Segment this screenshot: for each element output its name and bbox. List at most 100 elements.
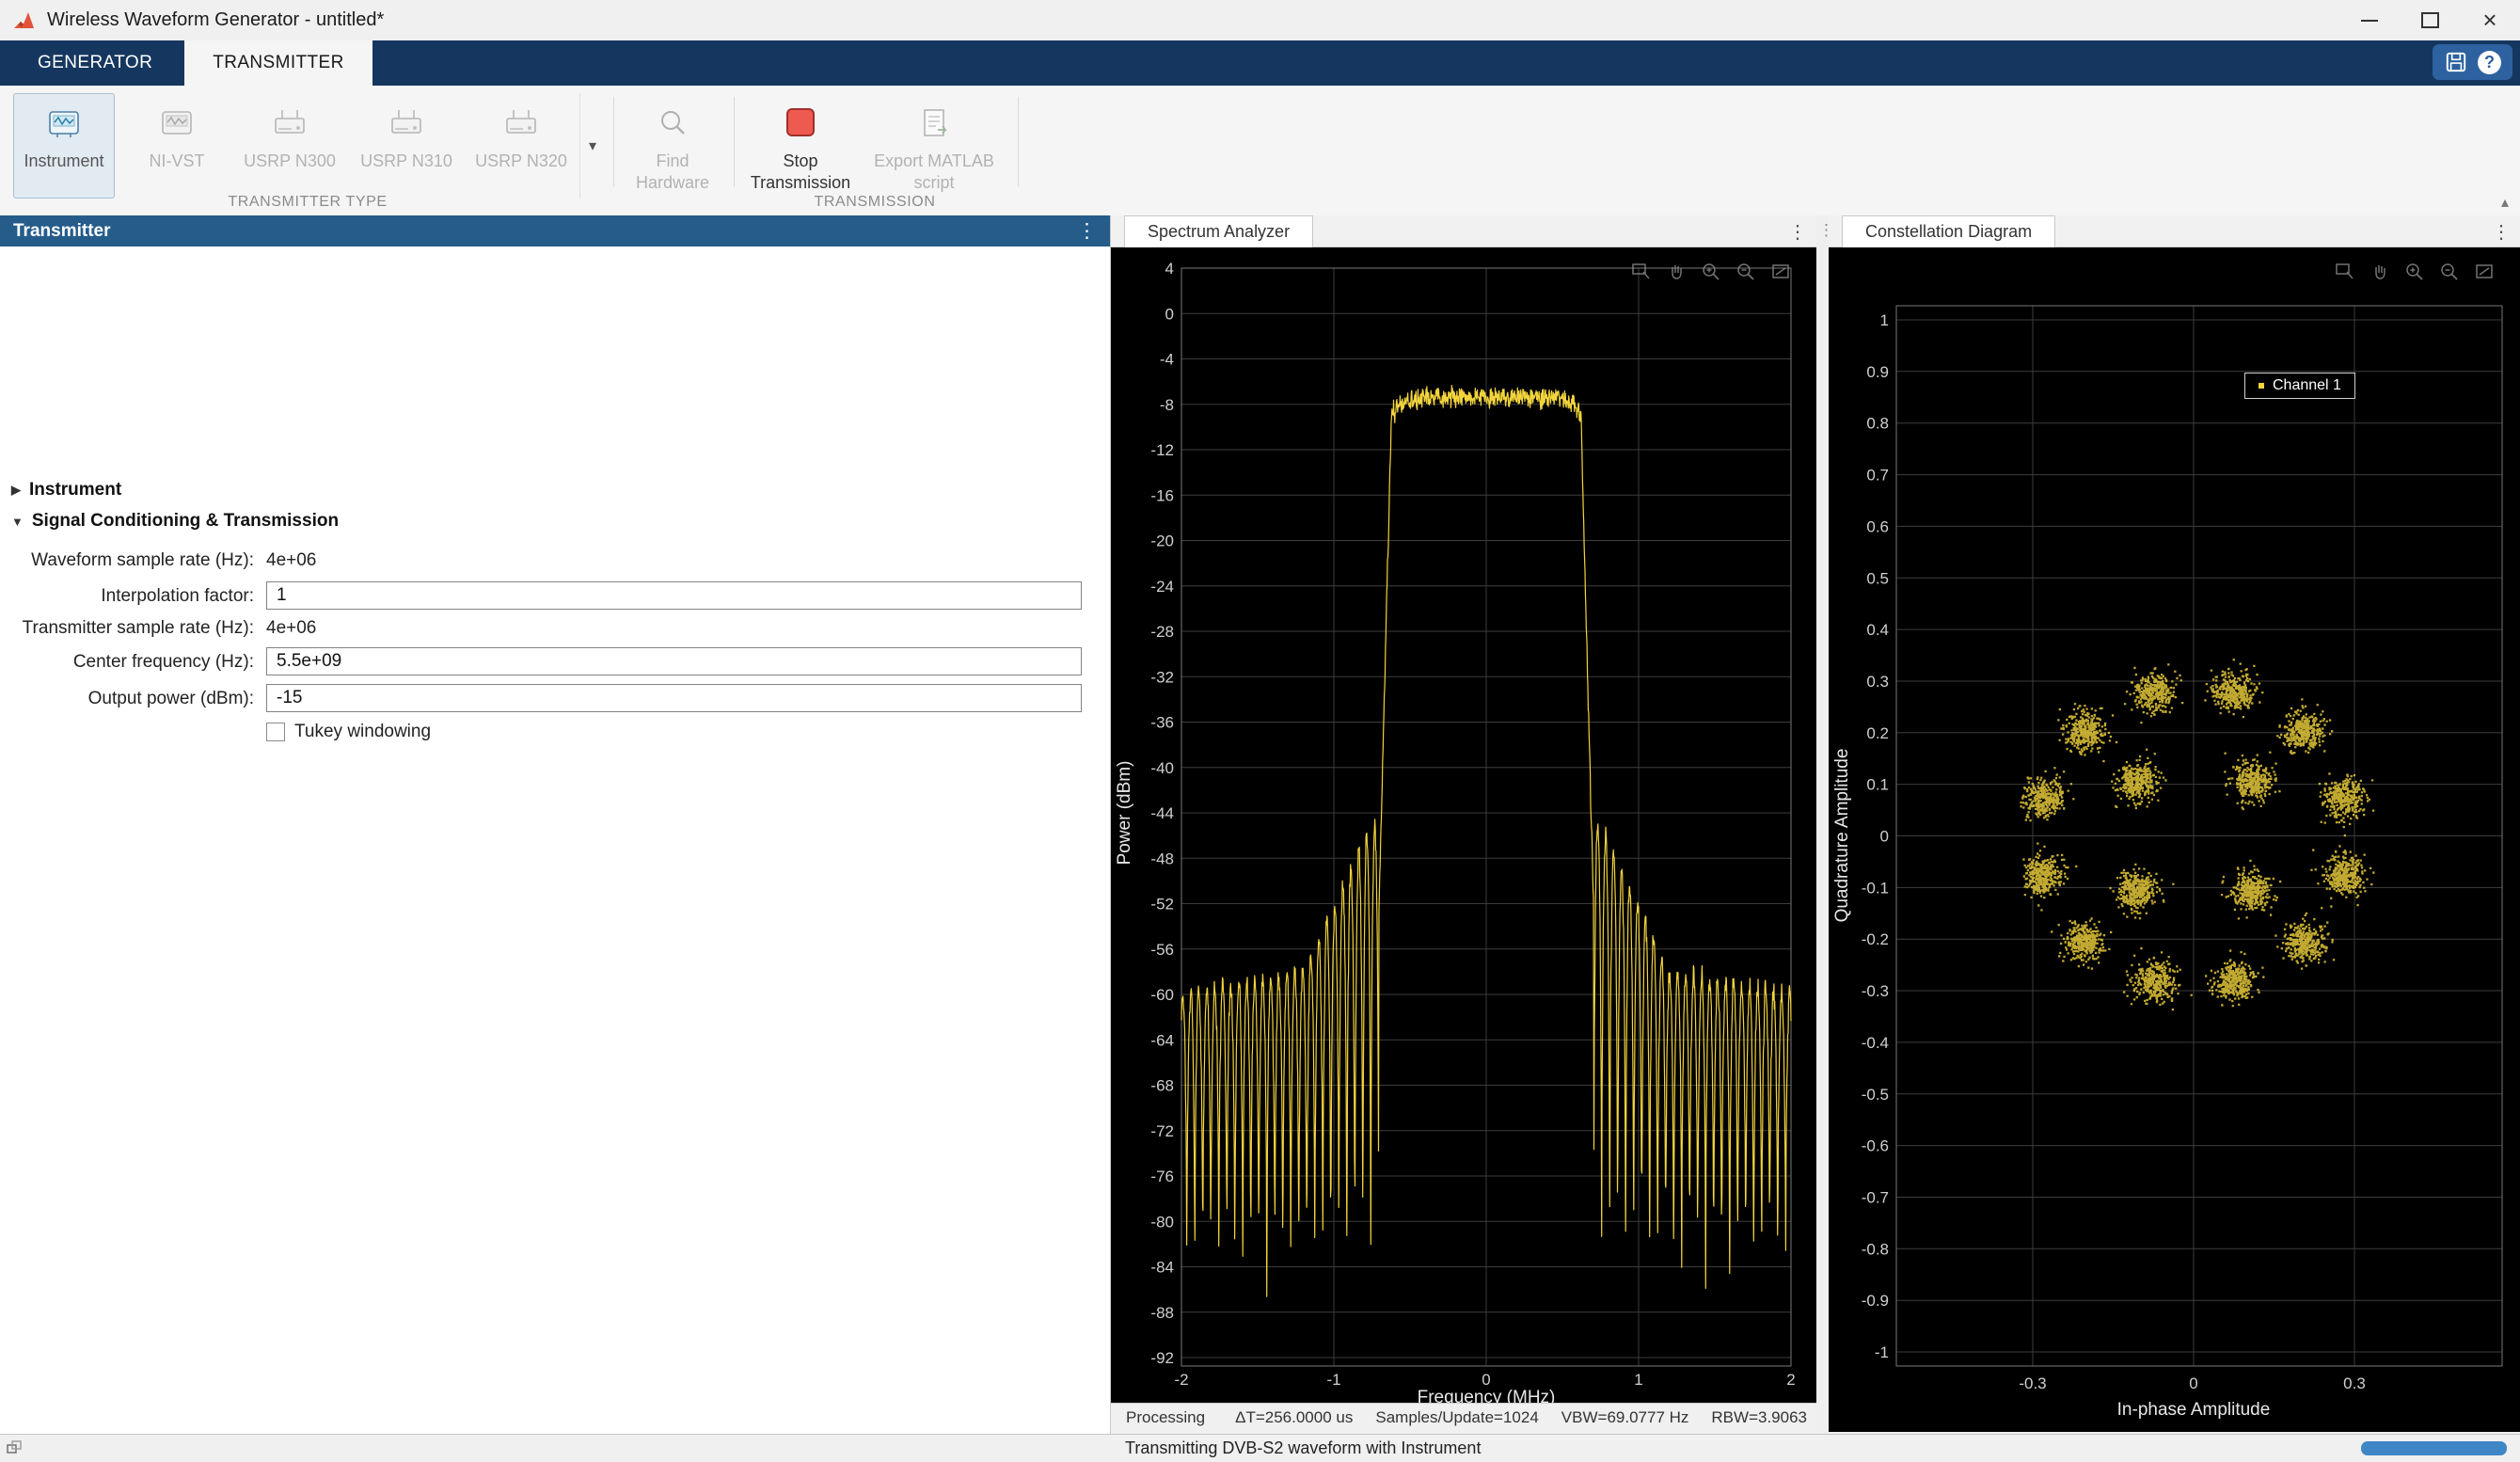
svg-text:0: 0 [1482, 1371, 1490, 1389]
export-matlab-script-button[interactable]: Export MATLAB script [864, 93, 1005, 199]
find-hardware-button[interactable]: Find Hardware [623, 93, 722, 199]
svg-text:Quadrature Amplitude: Quadrature Amplitude [1832, 749, 1852, 923]
pan-icon[interactable] [1665, 261, 1688, 283]
svg-text:-20: -20 [1150, 532, 1174, 550]
zoom-in-icon[interactable] [2403, 261, 2426, 283]
minimize-button[interactable] [2339, 0, 2400, 40]
datatip-icon[interactable] [1630, 261, 1653, 283]
interpolation-factor-label: Interpolation factor: [101, 586, 254, 606]
section-signal-conditioning[interactable]: ▼ Signal Conditioning & Transmission [11, 511, 339, 532]
toolbar-ribbon: Instrument NI-VST USRP N300 USRP N310 US… [0, 86, 2520, 216]
usrp-n320-button[interactable]: USRP N320 [468, 93, 574, 199]
section-instrument-label: Instrument [29, 480, 122, 500]
svg-text:0.9: 0.9 [1866, 363, 1889, 381]
ni-vst-label: NI-VST [149, 151, 205, 170]
svg-text:-84: -84 [1150, 1259, 1174, 1277]
legend-marker-icon [2258, 383, 2264, 389]
spectrum-status-bar: Processing ΔT=256.0000 us Samples/Update… [1111, 1403, 1816, 1432]
save-icon[interactable] [2444, 50, 2468, 74]
spectrum-plot-area[interactable]: 4 0 -4 -8 -12 -16 -20 -24 -28 -32 -36 -40 -44 -48 -52-… [1111, 247, 1816, 1407]
scopes-area: ⋮ Spectrum Analyzer ⋮ 4 0 -4 -8 -12 -16 -20 -24… [1111, 215, 2520, 1435]
svg-text:-52: -52 [1150, 896, 1174, 914]
svg-text:-16: -16 [1150, 486, 1174, 504]
svg-text:0.3: 0.3 [1866, 673, 1889, 691]
svg-text:2: 2 [1786, 1371, 1795, 1389]
ni-vst-button[interactable]: NI-VST [128, 93, 226, 199]
waveform-sample-rate-label: Waveform sample rate (Hz): [31, 550, 254, 570]
zoom-in-icon[interactable] [1700, 261, 1722, 283]
close-icon: × [2482, 6, 2497, 34]
tukey-windowing-checkbox[interactable] [266, 723, 285, 741]
svg-text:0: 0 [1165, 305, 1174, 323]
usrp-n300-icon [268, 102, 311, 147]
status-message: Transmitting DVB-S2 waveform with Instru… [1125, 1438, 1482, 1457]
constellation-menu-icon[interactable]: ⋮ [2492, 220, 2511, 244]
tab-generator[interactable]: GENERATOR [9, 40, 181, 86]
svg-text:-0.3: -0.3 [1862, 982, 1889, 1000]
spectrum-tabstrip: Spectrum Analyzer ⋮ [1111, 215, 1816, 247]
panel-menu-icon[interactable]: ⋮ [1077, 219, 1097, 243]
stop-transmission-button[interactable]: Stop Transmission [745, 93, 856, 199]
instrument-button[interactable]: Instrument [13, 93, 115, 199]
svg-text:-2: -2 [1174, 1371, 1188, 1389]
svg-text:0.7: 0.7 [1866, 467, 1889, 485]
zoom-out-icon[interactable] [1735, 261, 1757, 283]
close-button[interactable]: × [2460, 0, 2520, 40]
legend-channel-label: Channel 1 [2273, 377, 2341, 393]
tab-spectrum-analyzer[interactable]: Spectrum Analyzer [1124, 215, 1314, 247]
help-icon[interactable]: ? [2478, 50, 2501, 74]
svg-text:0: 0 [2189, 1375, 2197, 1392]
transmitter-type-dropdown[interactable]: ▾ [579, 93, 605, 199]
chevron-down-icon: ▾ [588, 138, 597, 154]
autoscale-icon[interactable] [1769, 261, 1792, 283]
autoscale-icon[interactable] [2473, 261, 2496, 283]
svg-text:-0.8: -0.8 [1862, 1240, 1889, 1258]
svg-text:1: 1 [1880, 311, 1889, 329]
maximize-button[interactable] [2400, 0, 2460, 40]
usrp-n310-label: USRP N310 [360, 151, 452, 170]
transmitter-panel: Transmitter ⋮ ▶ Instrument ▼ Signal Cond… [0, 215, 1111, 1435]
title-bar: Wireless Waveform Generator - untitled* … [0, 0, 2520, 40]
svg-text:-72: -72 [1150, 1122, 1174, 1140]
svg-text:-64: -64 [1150, 1031, 1174, 1049]
svg-text:0.1: 0.1 [1866, 776, 1889, 794]
usrp-n310-button[interactable]: USRP N310 [354, 93, 459, 199]
svg-text:0.3: 0.3 [2343, 1375, 2366, 1392]
usrp-n300-button[interactable]: USRP N300 [237, 93, 342, 199]
constellation-diagram-panel: Constellation Diagram ⋮ 1 0.9 0.8 0.7 0.6 0.5… [1829, 215, 2520, 1435]
export-matlab-script-label: Export MATLAB script [874, 151, 994, 192]
output-power-input[interactable] [266, 684, 1082, 712]
svg-text:-68: -68 [1150, 1077, 1174, 1095]
svg-text:-0.5: -0.5 [1862, 1086, 1889, 1104]
usrp-n310-icon [385, 102, 428, 147]
delta-t-value: ΔT=256.0000 us [1235, 1408, 1354, 1426]
svg-text:-76: -76 [1150, 1168, 1174, 1185]
export-script-icon [912, 102, 956, 147]
find-hardware-label: Find Hardware [635, 151, 710, 192]
zoom-out-icon[interactable] [2438, 261, 2461, 283]
svg-text:-0.3: -0.3 [2019, 1375, 2046, 1392]
constellation-plot-area[interactable]: 1 0.9 0.8 0.7 0.6 0.5 0.4 0.3 0.2 0.1 0 -0.1 -0.2 -0.… [1829, 247, 2520, 1432]
center-frequency-input[interactable] [266, 647, 1082, 675]
interpolation-factor-input[interactable] [266, 581, 1082, 610]
tab-transmitter[interactable]: TRANSMITTER [184, 40, 372, 86]
spectrum-plot: 40-4-8-12-16-20-24-28-32-36-40-44-48-52-… [1115, 260, 1796, 1407]
tab-constellation-diagram[interactable]: Constellation Diagram [1842, 215, 2056, 247]
section-instrument[interactable]: ▶ Instrument [11, 480, 121, 501]
svg-text:-0.4: -0.4 [1862, 1034, 1889, 1052]
spectrum-menu-icon[interactable]: ⋮ [1788, 220, 1807, 244]
svg-text:1: 1 [1634, 1371, 1642, 1389]
collapse-ribbon-icon[interactable]: ▴ [2501, 193, 2509, 212]
ribbon-tab-bar: GENERATOR TRANSMITTER ? [0, 40, 2520, 86]
datatip-icon[interactable] [2334, 261, 2356, 283]
matlab-app-icon [14, 11, 34, 28]
stop-transmission-label: Stop Transmission [750, 151, 851, 192]
processing-state: Processing [1126, 1408, 1206, 1426]
dock-icon[interactable] [6, 1439, 23, 1456]
maximize-icon [2420, 12, 2439, 28]
svg-text:-88: -88 [1150, 1304, 1174, 1322]
pan-icon[interactable] [2369, 261, 2391, 283]
svg-text:0.5: 0.5 [1866, 569, 1889, 587]
vbw-value: VBW=69.0777 Hz [1561, 1408, 1689, 1426]
spectrum-axes-toolbar [1630, 261, 1792, 283]
